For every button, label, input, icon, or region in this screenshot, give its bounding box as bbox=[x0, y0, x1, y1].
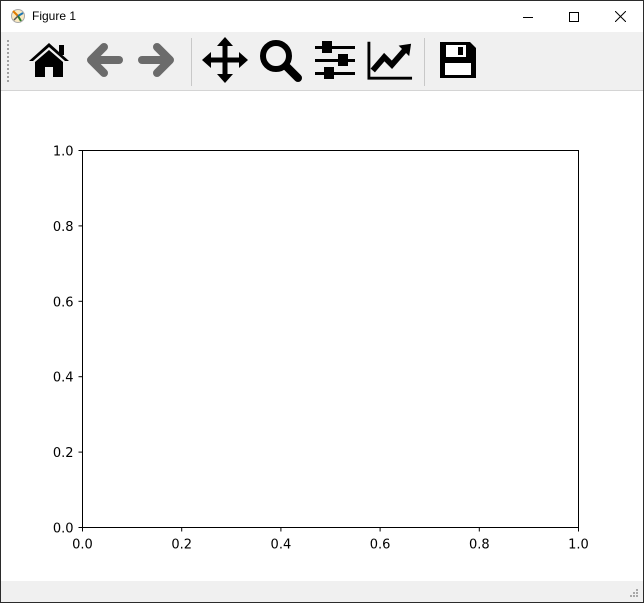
figure-canvas[interactable]: 0.0 0.2 0.4 0.6 0.8 1.0 0.0 0.2 0.4 0.6 0.8 1.0 bbox=[1, 91, 643, 581]
y-tick-label: 0.8 bbox=[53, 220, 74, 235]
home-icon bbox=[29, 43, 69, 77]
y-tick-label: 0.0 bbox=[53, 522, 74, 537]
floppy-disk-icon bbox=[440, 42, 476, 78]
y-tick-label: 1.0 bbox=[53, 145, 74, 160]
forward-button[interactable] bbox=[134, 37, 180, 83]
sliders-icon bbox=[315, 41, 355, 79]
customize-button[interactable] bbox=[367, 37, 413, 83]
close-button[interactable] bbox=[597, 1, 643, 32]
subplots-button[interactable] bbox=[312, 37, 358, 83]
maximize-icon bbox=[569, 11, 579, 22]
toolbar-separator bbox=[424, 38, 425, 86]
y-axis: 0.0 0.2 0.4 0.6 0.8 1.0 bbox=[53, 145, 83, 537]
back-button[interactable] bbox=[81, 37, 127, 83]
axes-plot[interactable]: 0.0 0.2 0.4 0.6 0.8 1.0 0.0 0.2 0.4 0.6 0.8 1.0 bbox=[1, 91, 643, 581]
magnifier-icon bbox=[260, 40, 302, 82]
title-bar[interactable]: Figure 1 bbox=[1, 1, 643, 32]
pan-button[interactable] bbox=[202, 37, 248, 83]
x-tick-label: 0.4 bbox=[271, 538, 292, 553]
x-axis: 0.0 0.2 0.4 0.6 0.8 1.0 bbox=[72, 527, 589, 553]
resize-grip-icon[interactable] bbox=[629, 588, 639, 598]
line-chart-icon bbox=[367, 41, 413, 80]
y-tick-label: 0.4 bbox=[53, 371, 74, 386]
x-tick-label: 1.0 bbox=[568, 538, 589, 553]
arrow-left-icon bbox=[87, 43, 123, 77]
minimize-icon bbox=[523, 16, 533, 18]
toolbar-separator bbox=[191, 38, 192, 86]
toolbar-grip-icon[interactable] bbox=[7, 38, 10, 86]
maximize-button[interactable] bbox=[551, 1, 597, 32]
navigation-toolbar bbox=[1, 32, 643, 91]
x-tick-label: 0.6 bbox=[370, 538, 391, 553]
zoom-button[interactable] bbox=[257, 37, 303, 83]
y-tick-label: 0.6 bbox=[53, 295, 74, 310]
x-tick-label: 0.2 bbox=[171, 538, 192, 553]
save-button[interactable] bbox=[435, 37, 481, 83]
x-tick-label: 0.0 bbox=[72, 538, 93, 553]
minimize-button[interactable] bbox=[505, 1, 551, 32]
matplotlib-icon bbox=[11, 9, 25, 23]
close-icon bbox=[614, 11, 626, 22]
figure-window: Figure 1 0.0 0.2 0.4 0.6 0.8 1.0 0.0 0.2… bbox=[0, 0, 644, 603]
x-tick-label: 0.8 bbox=[469, 538, 490, 553]
home-button[interactable] bbox=[26, 37, 72, 83]
arrow-right-icon bbox=[138, 43, 174, 77]
y-tick-label: 0.2 bbox=[53, 446, 74, 461]
axes-frame bbox=[82, 150, 579, 528]
move-icon bbox=[202, 37, 248, 83]
window-title: Figure 1 bbox=[32, 9, 77, 23]
status-bar bbox=[1, 581, 643, 602]
